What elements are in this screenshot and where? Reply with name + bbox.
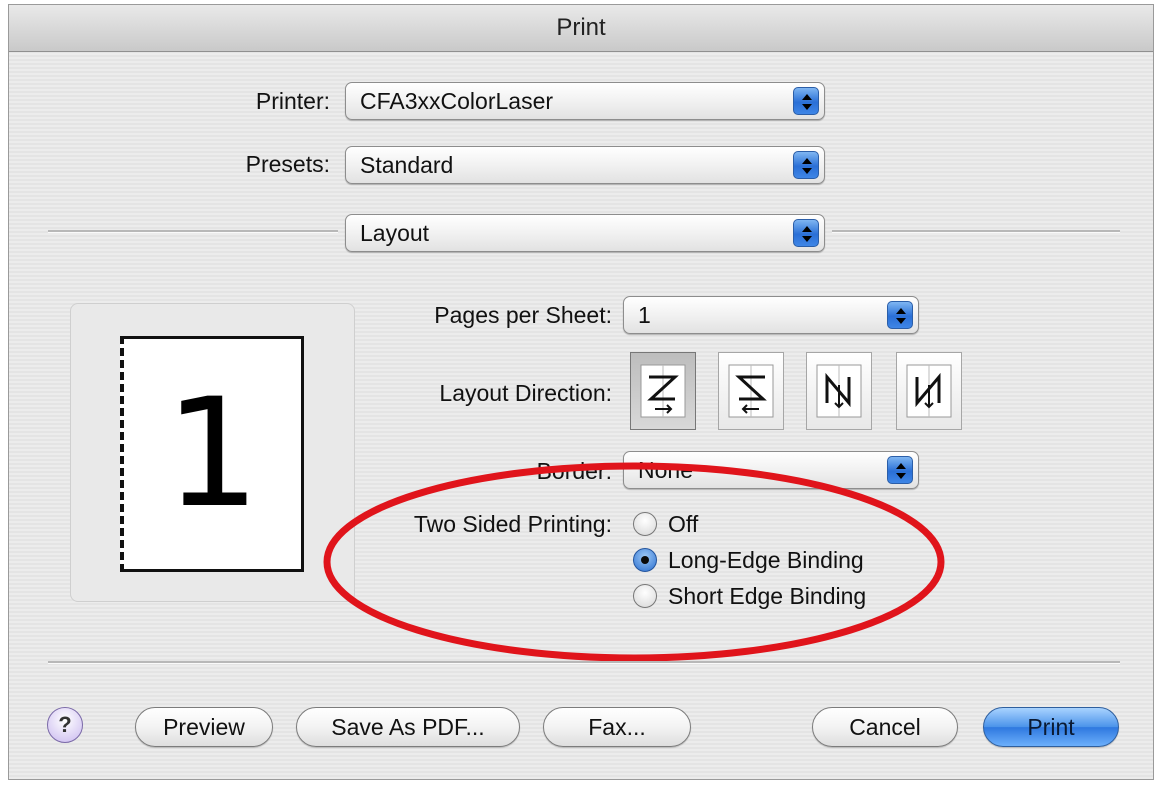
bottom-separator xyxy=(48,661,1120,664)
fax-button[interactable]: Fax... xyxy=(543,707,691,747)
layout-direction-label: Layout Direction: xyxy=(439,380,612,406)
pages-per-sheet-popup[interactable]: 1 xyxy=(623,296,919,334)
popup-arrows-icon xyxy=(793,219,819,247)
presets-label: Presets: xyxy=(245,151,330,177)
reverse-n-order-button[interactable] xyxy=(896,352,962,430)
presets-value: Standard xyxy=(360,152,454,178)
n-order-icon xyxy=(816,364,862,418)
two-sided-short-edge-label[interactable]: Short Edge Binding xyxy=(668,583,866,610)
two-sided-short-edge-radio[interactable] xyxy=(633,584,657,608)
popup-arrows-icon xyxy=(887,301,913,329)
reverse-z-order-button[interactable] xyxy=(718,352,784,430)
preview-button[interactable]: Preview xyxy=(135,707,273,747)
page-number: 1 xyxy=(164,367,261,541)
separator-left xyxy=(48,230,338,233)
panel-popup[interactable]: Layout xyxy=(345,214,825,252)
print-button[interactable]: Print xyxy=(983,707,1119,747)
printer-label: Printer: xyxy=(255,88,330,114)
page-preview: 1 xyxy=(120,336,304,572)
reverse-n-order-icon xyxy=(906,364,952,418)
popup-arrows-icon xyxy=(887,456,913,484)
cancel-button[interactable]: Cancel xyxy=(812,707,958,747)
border-label: Border: xyxy=(536,458,612,484)
pages-per-sheet-label: Pages per Sheet: xyxy=(434,302,612,328)
separator-right xyxy=(832,230,1120,233)
two-sided-long-edge-label[interactable]: Long-Edge Binding xyxy=(668,547,864,574)
z-order-button[interactable] xyxy=(630,352,696,430)
save-as-pdf-button[interactable]: Save As PDF... xyxy=(296,707,520,747)
panel-value: Layout xyxy=(360,220,430,246)
two-sided-label: Two Sided Printing: xyxy=(413,511,612,537)
border-value: None xyxy=(638,457,693,483)
n-order-button[interactable] xyxy=(806,352,872,430)
popup-arrows-icon xyxy=(793,151,819,179)
printer-value: CFA3xxColorLaser xyxy=(360,88,554,114)
window-title: Print xyxy=(9,5,1153,52)
z-order-icon xyxy=(640,364,686,418)
popup-arrows-icon xyxy=(793,87,819,115)
two-sided-off-radio[interactable] xyxy=(633,512,657,536)
presets-popup[interactable]: Standard xyxy=(345,146,825,184)
help-button[interactable]: ? xyxy=(47,707,83,743)
printer-popup[interactable]: CFA3xxColorLaser xyxy=(345,82,825,120)
border-popup[interactable]: None xyxy=(623,451,919,489)
two-sided-off-label[interactable]: Off xyxy=(668,511,698,538)
reverse-z-order-icon xyxy=(728,364,774,418)
pages-per-sheet-value: 1 xyxy=(638,302,651,328)
two-sided-long-edge-radio[interactable] xyxy=(633,548,657,572)
